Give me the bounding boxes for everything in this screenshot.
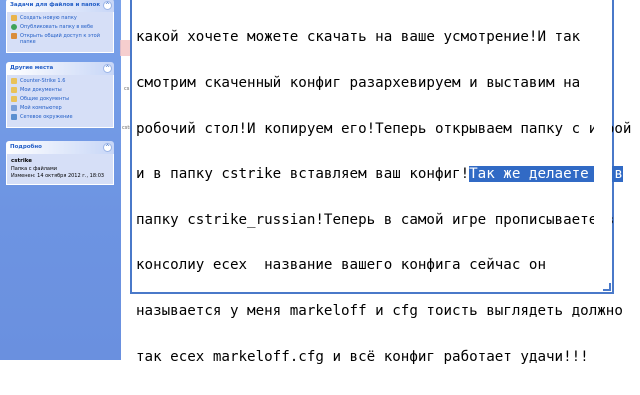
place-item-label: Counter-Strike 1.6 [20, 78, 66, 84]
editor-line: какой хочете можете скачать на ваше усмо… [136, 29, 581, 46]
editor-line: консолиу есех название вашего конфига се… [136, 257, 546, 274]
editor-line: так есех markeloff.cfg и всё конфиг рабо… [136, 348, 589, 365]
task-item-label: Создать новую папку [20, 15, 77, 21]
file-tasks-header[interactable]: Задачи для файлов и папок ^ [6, 0, 114, 12]
other-places-panel: Другие места ^ Counter-Strike 1.6 Мои до… [6, 62, 114, 128]
place-item-label: Мой компьютер [20, 105, 62, 111]
collapse-chevron-icon[interactable]: ^ [103, 1, 112, 10]
place-item-label: Мои документы [20, 87, 62, 93]
details-item-name: cstrike [11, 158, 33, 164]
new-folder-icon [11, 15, 17, 21]
network-icon [11, 114, 17, 120]
my-documents-icon [11, 87, 17, 93]
details-modified-date: Изменен: 14 октября 2012 г., 18:03 [11, 173, 105, 179]
file-tasks-title: Задачи для файлов и папок [10, 2, 101, 8]
task-item-new-folder[interactable]: Создать новую папку [11, 15, 110, 21]
place-item-counter-strike[interactable]: Counter-Strike 1.6 [11, 78, 110, 84]
task-item-share-folder[interactable]: Открыть общий доступ к этой папке [11, 33, 110, 45]
other-places-title: Другие места [10, 65, 54, 71]
editor-line-with-selection: и в папку cstrike вставляем ваш конфиг!Т… [136, 166, 623, 183]
editor-line: робочий стол!И копируем его!Теперь откры… [136, 120, 632, 137]
task-item-label: Опубликовать папку в вебе [20, 24, 94, 30]
file-tasks-body: Создать новую папку Опубликовать папку в… [6, 12, 114, 53]
place-item-shared-documents[interactable]: Общие документы [11, 96, 110, 102]
place-item-my-documents[interactable]: Мои документы [11, 87, 110, 93]
collapse-chevron-icon[interactable]: ^ [103, 143, 112, 152]
other-places-header[interactable]: Другие места ^ [6, 62, 114, 75]
details-header[interactable]: Подробно ^ [6, 141, 114, 154]
details-title: Подробно [10, 144, 42, 150]
editor-line: папку cstrike_russian!Теперь в самой игр… [136, 211, 615, 228]
vertical-scrollbar[interactable] [594, 0, 612, 290]
folder-icon [11, 78, 17, 84]
editor-line-text: и в папку cstrike вставляем ваш конфиг! [136, 166, 470, 183]
other-places-body: Counter-Strike 1.6 Мои документы Общие д… [6, 75, 114, 128]
place-item-network[interactable]: Сетевое окружение [11, 114, 110, 120]
task-item-label: Открыть общий доступ к этой папке [20, 33, 100, 45]
details-item-type: Папка с файлами [11, 166, 57, 172]
editor-line: смотрим скаченный конфиг разархевируем и… [136, 75, 581, 92]
task-pane: Задачи для файлов и папок ^ Создать нову… [0, 0, 121, 360]
text-editor-window[interactable]: какой хочете можете скачать на ваше усмо… [130, 0, 631, 364]
file-tasks-panel: Задачи для файлов и папок ^ Создать нову… [6, 0, 114, 53]
task-item-publish-web[interactable]: Опубликовать папку в вебе [11, 24, 110, 30]
collapse-chevron-icon[interactable]: ^ [103, 64, 112, 73]
resize-grip-icon[interactable] [603, 283, 611, 291]
place-item-my-computer[interactable]: Мой компьютер [11, 105, 110, 111]
share-folder-icon [11, 33, 17, 39]
truncated-file-label: cs [124, 86, 130, 92]
details-body: cstrike Папка с файлами Изменен: 14 октя… [6, 154, 114, 185]
editor-text-area[interactable]: какой хочете можете скачать на ваше усмо… [136, 0, 632, 395]
my-computer-icon [11, 105, 17, 111]
place-item-label: Общие документы [20, 96, 70, 102]
editor-line: называется у меня markeloff и cfg тоисть… [136, 303, 623, 320]
publish-web-icon [11, 24, 17, 30]
shared-documents-icon [11, 96, 17, 102]
details-panel: Подробно ^ cstrike Папка с файлами Измен… [6, 141, 114, 185]
place-item-label: Сетевое окружение [20, 114, 73, 120]
